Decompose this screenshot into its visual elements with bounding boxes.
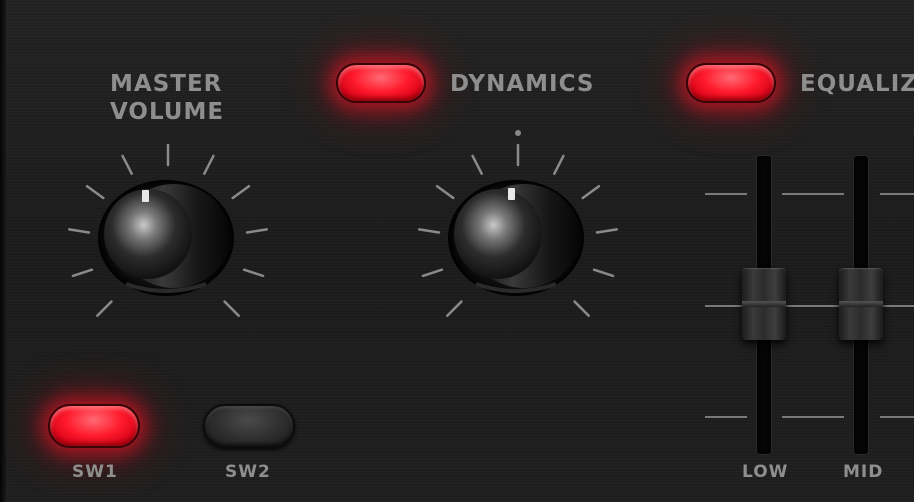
eq-mid-fader-handle[interactable]: [839, 268, 883, 340]
dynamics-knob[interactable]: [446, 176, 586, 296]
knob-tick: [417, 228, 441, 234]
knob-tick: [223, 300, 240, 317]
eq-tick-top-mid: [782, 193, 844, 195]
master-volume-label-line1: MASTER: [110, 71, 223, 97]
dynamics-knob-graphic: [448, 180, 584, 296]
knob-tick: [67, 228, 91, 234]
master-volume-label: MASTER VOLUME: [110, 70, 250, 126]
eq-tick-bottom-left: [705, 416, 747, 418]
synth-panel: MASTER VOLUME DYNAMICS EQUALIZ LOW MID S…: [0, 0, 914, 502]
eq-tick-center-right: [880, 305, 914, 307]
eq-tick-top-left: [705, 193, 747, 195]
eq-tick-top-right: [880, 193, 914, 195]
knob-tick: [471, 154, 483, 175]
knob-tick: [446, 300, 463, 317]
knob-tick: [595, 228, 619, 234]
knob-tick: [553, 154, 565, 175]
master-volume-label-line2: VOLUME: [110, 99, 225, 125]
equalizer-led-button[interactable]: [686, 63, 776, 103]
knob-tick: [71, 268, 94, 278]
sw1-button[interactable]: [48, 404, 140, 448]
knob-tick: [573, 300, 590, 317]
eq-tick-bottom-right: [880, 416, 914, 418]
knob-tick: [121, 154, 133, 175]
sw2-label: SW2: [225, 462, 271, 482]
master-volume-knob[interactable]: [96, 176, 236, 296]
knob-tick: [421, 268, 444, 278]
eq-tick-center-mid: [782, 305, 844, 307]
knob-tick: [592, 268, 615, 278]
sw2-button[interactable]: [203, 404, 295, 448]
panel-left-edge: [0, 0, 6, 502]
knob-tick: [96, 300, 113, 317]
knob-tick: [245, 228, 269, 234]
master-volume-knob-graphic: [98, 180, 234, 296]
eq-tick-center-left: [705, 305, 747, 307]
eq-tick-bottom-mid: [782, 416, 844, 418]
knob-tick: [203, 154, 215, 175]
knob-tick: [242, 268, 265, 278]
dynamics-label: DYNAMICS: [450, 71, 595, 97]
equalizer-label: EQUALIZ: [800, 71, 914, 97]
eq-low-fader-handle[interactable]: [742, 268, 786, 340]
eq-mid-label: MID: [843, 462, 884, 482]
dynamics-led-button[interactable]: [336, 63, 426, 103]
eq-low-label: LOW: [742, 462, 789, 482]
sw1-label: SW1: [72, 462, 118, 482]
